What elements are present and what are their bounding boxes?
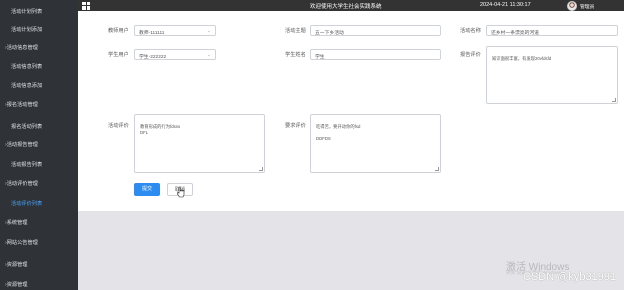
sidebar-item-label: 活动计划列表 (11, 9, 43, 15)
sidebar-item-label: 活动评价列表 (11, 201, 43, 207)
sidebar-item-notice-mgmt[interactable]: ›网站公告管理 (4, 239, 38, 246)
sidebar-item-report-mgmt[interactable]: ›活动报告管理 (4, 141, 38, 148)
mutual-review-text: 教育形成的行为fdsss DFL (140, 124, 181, 135)
current-datetime: 2024-04-21 11:30:17 (480, 2, 531, 8)
sidebar-item-signup-mgmt[interactable]: ›报名活动管理 (4, 101, 38, 108)
activity-theme-input[interactable]: 五一下乡活动 (310, 25, 441, 36)
sidebar-item-report-list[interactable]: 活动报告列表 (11, 161, 42, 168)
submit-button[interactable]: 提交 (134, 183, 160, 196)
sidebar-item-system-mgmt[interactable]: ›系统管理 (4, 219, 28, 226)
sidebar-item-label: 系统管理 (6, 220, 28, 226)
report-review-label: 报告评价 (460, 52, 481, 58)
resize-handle-icon[interactable] (612, 98, 616, 102)
teacher-user-label: 教师用户 (108, 28, 129, 34)
mutual-review-label: 活动评价 (108, 123, 129, 129)
csdn-watermark: CSDN @kyb31991 (523, 271, 617, 283)
hand-cursor-icon (177, 186, 185, 198)
activity-name-label: 活动名称 (460, 28, 481, 34)
student-name-input[interactable]: 学生 (310, 49, 441, 60)
teacher-user-select[interactable]: 教师-111111 ⌄ (134, 25, 216, 36)
user-name[interactable]: 管理员 (580, 3, 594, 10)
chevron-down-icon: ⌄ (206, 51, 211, 58)
teacher-user-value: 教师-111111 (139, 30, 165, 36)
sidebar-item-label: 资源管理 (6, 262, 28, 268)
sidebar-item-label: 活动信息列表 (11, 64, 43, 70)
sidebar-item-label: 报名活动管理 (6, 102, 38, 108)
form-panel (78, 11, 624, 211)
sidebar-item-activity-info-add[interactable]: 活动信息添加 (11, 82, 42, 89)
report-review-text: 知识面很丰富，有发现20vfdsfd (492, 56, 552, 61)
student-user-value: 学生-222222 (139, 54, 167, 60)
student-user-select[interactable]: 学生-222222 ⌄ (134, 49, 216, 60)
improvement-text: 吃得苦，要开动你的fsd DDFDS (316, 124, 361, 141)
sidebar-item-resource-mgmt[interactable]: ›资源管理 (4, 261, 28, 268)
sidebar-item-label: 活动计划添加 (11, 27, 43, 33)
sidebar-item-label: 网站公告管理 (6, 240, 38, 246)
sidebar-item-label: 活动报告管理 (6, 142, 38, 148)
sidebar-item-label: 报名活动列表 (11, 124, 43, 130)
sidebar-item-label: 活动信息添加 (11, 83, 43, 89)
sidebar-item-review-list[interactable]: 活动评价列表 (11, 200, 42, 207)
activity-theme-label: 活动主题 (285, 28, 306, 34)
sidebar-item-activity-info-mgmt[interactable]: ›活动信息管理 (4, 44, 38, 51)
sidebar-item-plan-add[interactable]: 活动计划添加 (11, 26, 42, 33)
student-name-label: 学生姓名 (285, 52, 306, 58)
resize-handle-icon[interactable] (435, 167, 439, 171)
sidebar-item-review-mgmt[interactable]: ›活动评价管理 (4, 180, 38, 187)
student-user-label: 学生用户 (108, 52, 129, 58)
sidebar: 活动计划列表 活动计划添加 ›活动信息管理 活动信息列表 活动信息添加 ›报名活… (0, 0, 78, 290)
avatar[interactable] (567, 0, 577, 11)
sidebar-item-resource-mgmt-2[interactable]: ›资源管理 (4, 281, 28, 288)
improvement-label: 要求评价 (285, 123, 306, 129)
sidebar-item-label: 活动信息管理 (6, 45, 38, 51)
sidebar-item-label: 活动评价管理 (6, 181, 38, 187)
sidebar-item-plan-list[interactable]: 活动计划列表 (11, 8, 42, 15)
chevron-down-icon: ⌄ (206, 27, 211, 34)
activity-name-input[interactable]: 还乡村一条漂亮的河道 (486, 25, 618, 36)
app-title: 欢迎使用大学生社会实践系统 (310, 4, 382, 10)
resize-handle-icon[interactable] (259, 167, 263, 171)
top-bar: 欢迎使用大学生社会实践系统 2024-04-21 11:30:17 管理员 (78, 0, 624, 11)
menu-grid-icon[interactable] (82, 1, 90, 10)
improvement-textarea[interactable]: 吃得苦，要开动你的fsd DDFDS (310, 114, 441, 173)
mutual-review-textarea[interactable]: 教育形成的行为fdsss DFL (134, 114, 265, 173)
report-review-textarea[interactable]: 知识面很丰富，有发现20vfdsfd (486, 46, 618, 104)
sidebar-item-activity-info-list[interactable]: 活动信息列表 (11, 63, 42, 70)
sidebar-item-label: 活动报告列表 (11, 162, 43, 168)
sidebar-item-signup-list[interactable]: 报名活动列表 (11, 123, 42, 130)
sidebar-item-label: 资源管理 (6, 282, 28, 288)
